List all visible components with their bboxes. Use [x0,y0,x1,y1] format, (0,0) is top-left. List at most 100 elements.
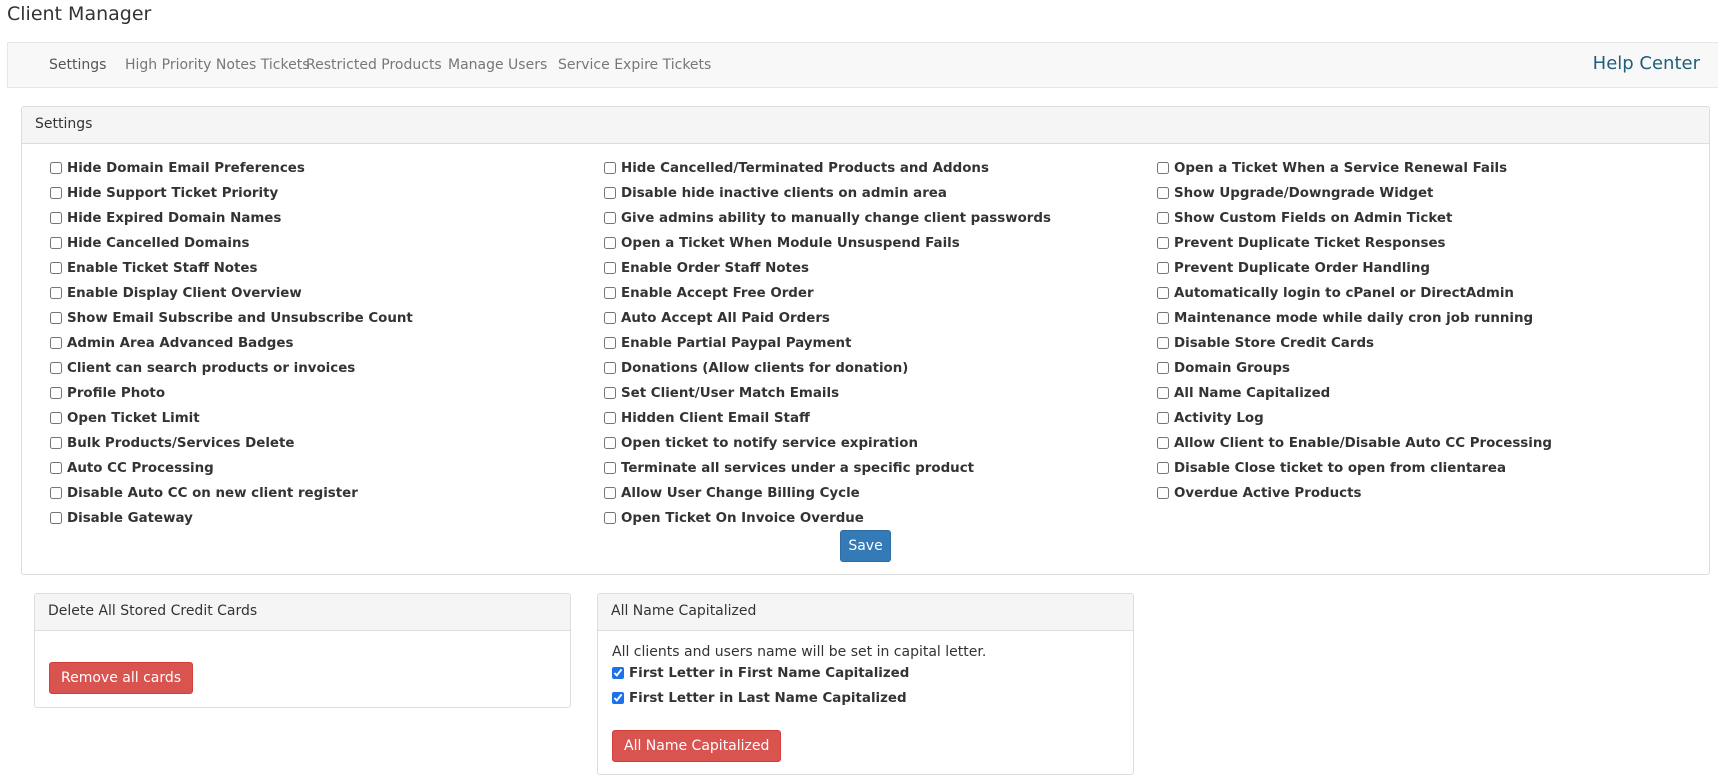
setting-checkbox[interactable] [1157,412,1169,424]
setting-checkbox[interactable] [50,387,62,399]
setting-option[interactable]: Admin Area Advanced Badges [48,336,413,361]
setting-checkbox[interactable] [1157,437,1169,449]
setting-option[interactable]: Disable Auto CC on new client register [48,486,413,511]
setting-option[interactable]: Allow Client to Enable/Disable Auto CC P… [1155,436,1552,461]
tab-restricted-products[interactable]: Restricted Products [306,57,442,73]
setting-checkbox[interactable] [604,487,616,499]
tab-settings[interactable]: Settings [49,57,106,73]
setting-checkbox[interactable] [604,212,616,224]
setting-checkbox[interactable] [50,237,62,249]
setting-checkbox[interactable] [50,187,62,199]
remove-all-cards-button[interactable]: Remove all cards [49,662,194,694]
tab-manage-users[interactable]: Manage Users [448,57,547,73]
setting-checkbox[interactable] [1157,262,1169,274]
setting-checkbox[interactable] [50,512,62,524]
setting-option[interactable]: Enable Ticket Staff Notes [48,261,413,286]
setting-checkbox[interactable] [1157,362,1169,374]
setting-option[interactable]: Hide Domain Email Preferences [48,161,413,186]
setting-option[interactable]: Open a Ticket When Module Unsuspend Fail… [602,236,1051,261]
setting-option[interactable]: Auto CC Processing [48,461,413,486]
setting-checkbox[interactable] [50,312,62,324]
setting-option[interactable]: Automatically login to cPanel or DirectA… [1155,286,1552,311]
setting-option[interactable]: Maintenance mode while daily cron job ru… [1155,311,1552,336]
setting-checkbox[interactable] [604,512,616,524]
setting-option[interactable]: Hide Cancelled Domains [48,236,413,261]
setting-checkbox[interactable] [50,412,62,424]
setting-option[interactable]: Donations (Allow clients for donation) [602,361,1051,386]
setting-checkbox[interactable] [604,412,616,424]
last-name-capitalized-option[interactable]: First Letter in Last Name Capitalized [612,691,907,706]
setting-checkbox[interactable] [1157,237,1169,249]
setting-option[interactable]: Give admins ability to manually change c… [602,211,1051,236]
setting-checkbox[interactable] [604,362,616,374]
setting-option[interactable]: Auto Accept All Paid Orders [602,311,1051,336]
setting-option[interactable]: Disable hide inactive clients on admin a… [602,186,1051,211]
setting-option[interactable]: Profile Photo [48,386,413,411]
setting-option[interactable]: Set Client/User Match Emails [602,386,1051,411]
setting-option[interactable]: Enable Order Staff Notes [602,261,1051,286]
setting-option[interactable]: Disable Close ticket to open from client… [1155,461,1552,486]
first-name-capitalized-option[interactable]: First Letter in First Name Capitalized [612,666,909,681]
setting-checkbox[interactable] [1157,337,1169,349]
setting-option[interactable]: Show Custom Fields on Admin Ticket [1155,211,1552,236]
help-center-link[interactable]: Help Center [1593,53,1700,74]
setting-option[interactable]: Open Ticket On Invoice Overdue [602,511,1051,536]
setting-checkbox[interactable] [50,487,62,499]
tab-high-priority-notes-tickets[interactable]: High Priority Notes Tickets [125,57,310,73]
setting-option[interactable]: Activity Log [1155,411,1552,436]
setting-option[interactable]: Open a Ticket When a Service Renewal Fai… [1155,161,1552,186]
tab-service-expire-tickets[interactable]: Service Expire Tickets [558,57,711,73]
setting-checkbox[interactable] [50,212,62,224]
setting-checkbox[interactable] [604,262,616,274]
setting-option[interactable]: Prevent Duplicate Order Handling [1155,261,1552,286]
setting-checkbox[interactable] [50,362,62,374]
setting-option[interactable]: Enable Display Client Overview [48,286,413,311]
setting-checkbox[interactable] [1157,212,1169,224]
setting-checkbox[interactable] [604,287,616,299]
setting-checkbox[interactable] [50,462,62,474]
setting-option[interactable]: Hide Expired Domain Names [48,211,413,236]
all-name-capitalized-button[interactable]: All Name Capitalized [612,730,782,762]
setting-checkbox[interactable] [50,287,62,299]
setting-option[interactable]: Overdue Active Products [1155,486,1552,511]
setting-checkbox[interactable] [50,262,62,274]
first-name-capitalized-checkbox[interactable] [612,667,624,679]
setting-checkbox[interactable] [1157,487,1169,499]
setting-option[interactable]: Open ticket to notify service expiration [602,436,1051,461]
setting-checkbox[interactable] [1157,312,1169,324]
setting-checkbox[interactable] [1157,462,1169,474]
setting-checkbox[interactable] [50,437,62,449]
setting-option[interactable]: Show Email Subscribe and Unsubscribe Cou… [48,311,413,336]
last-name-capitalized-checkbox[interactable] [612,692,624,704]
setting-checkbox[interactable] [1157,162,1169,174]
setting-option[interactable]: All Name Capitalized [1155,386,1552,411]
setting-option[interactable]: Enable Accept Free Order [602,286,1051,311]
setting-option[interactable]: Domain Groups [1155,361,1552,386]
setting-checkbox[interactable] [1157,187,1169,199]
setting-option[interactable]: Client can search products or invoices [48,361,413,386]
setting-checkbox[interactable] [604,462,616,474]
setting-option[interactable]: Allow User Change Billing Cycle [602,486,1051,511]
setting-option[interactable]: Show Upgrade/Downgrade Widget [1155,186,1552,211]
setting-option[interactable]: Disable Gateway [48,511,413,536]
setting-option[interactable]: Bulk Products/Services Delete [48,436,413,461]
setting-checkbox[interactable] [1157,387,1169,399]
setting-checkbox[interactable] [604,187,616,199]
setting-option[interactable]: Terminate all services under a specific … [602,461,1051,486]
setting-checkbox[interactable] [604,387,616,399]
setting-checkbox[interactable] [604,312,616,324]
setting-option[interactable]: Enable Partial Paypal Payment [602,336,1051,361]
setting-option[interactable]: Hide Cancelled/Terminated Products and A… [602,161,1051,186]
save-button[interactable]: Save [840,530,891,562]
setting-option[interactable]: Open Ticket Limit [48,411,413,436]
setting-option[interactable]: Disable Store Credit Cards [1155,336,1552,361]
setting-option[interactable]: Hide Support Ticket Priority [48,186,413,211]
setting-checkbox[interactable] [50,162,62,174]
setting-checkbox[interactable] [50,337,62,349]
setting-option[interactable]: Hidden Client Email Staff [602,411,1051,436]
setting-checkbox[interactable] [1157,287,1169,299]
setting-checkbox[interactable] [604,337,616,349]
setting-checkbox[interactable] [604,162,616,174]
setting-option[interactable]: Prevent Duplicate Ticket Responses [1155,236,1552,261]
setting-checkbox[interactable] [604,237,616,249]
